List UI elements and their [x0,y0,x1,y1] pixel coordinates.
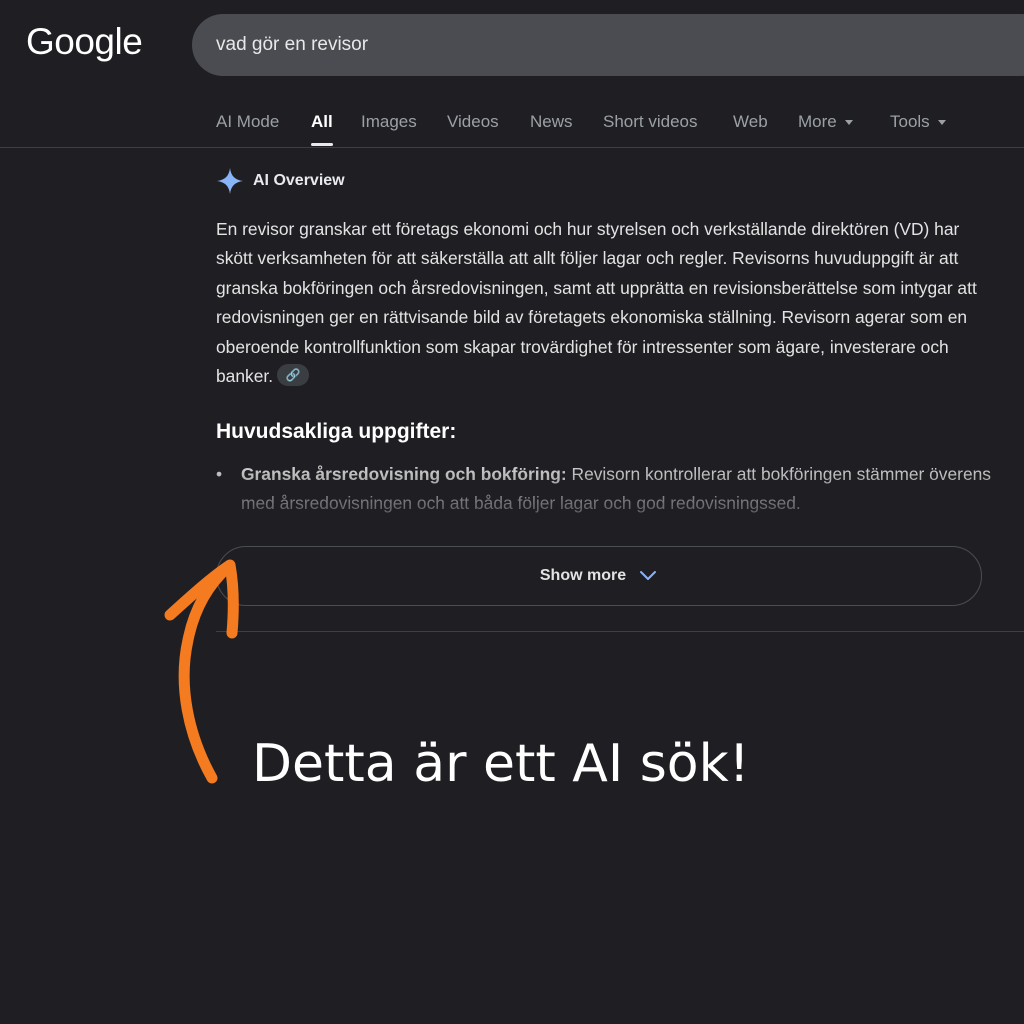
arrow-annotation-icon [164,559,239,784]
search-input[interactable] [216,14,996,76]
bullet-title: Granska årsredovisning och bokföring: [241,464,567,484]
bullet-icon: • [216,464,223,484]
active-tab-indicator [311,143,333,146]
tab-images[interactable]: Images [361,110,417,134]
tab-ai-mode[interactable]: AI Mode [216,110,279,134]
ai-overview-label: AI Overview [253,172,345,189]
tab-news[interactable]: News [530,110,573,134]
tab-short-videos[interactable]: Short videos [603,110,698,134]
tab-tools[interactable]: Tools [890,110,946,134]
tab-all[interactable]: All [311,110,333,146]
ai-overview-text: En revisor granskar ett företags ekonomi… [216,219,977,387]
section-title: Huvudsakliga uppgifter: [216,420,457,443]
show-more-button[interactable]: Show more [216,546,982,606]
chevron-down-icon [640,571,657,580]
search-box[interactable] [192,14,1024,76]
section-divider [216,631,1024,632]
tab-videos[interactable]: Videos [447,110,499,134]
show-more-label: Show more [539,567,627,584]
sparkle-icon [217,168,243,194]
caret-down-icon [844,120,853,126]
google-logo[interactable]: Google [26,20,143,64]
ai-overview-header: AI Overview [216,168,345,194]
tabs-divider [0,147,1024,148]
tab-web[interactable]: Web [733,110,768,134]
caret-down-icon [937,120,946,126]
list-item: • Granska årsredovisning och bokföring: … [216,460,996,519]
tab-more[interactable]: More [798,110,853,134]
link-icon[interactable]: 🔗 [277,364,310,387]
annotation-text: Detta är ett AI sök! [252,734,750,794]
